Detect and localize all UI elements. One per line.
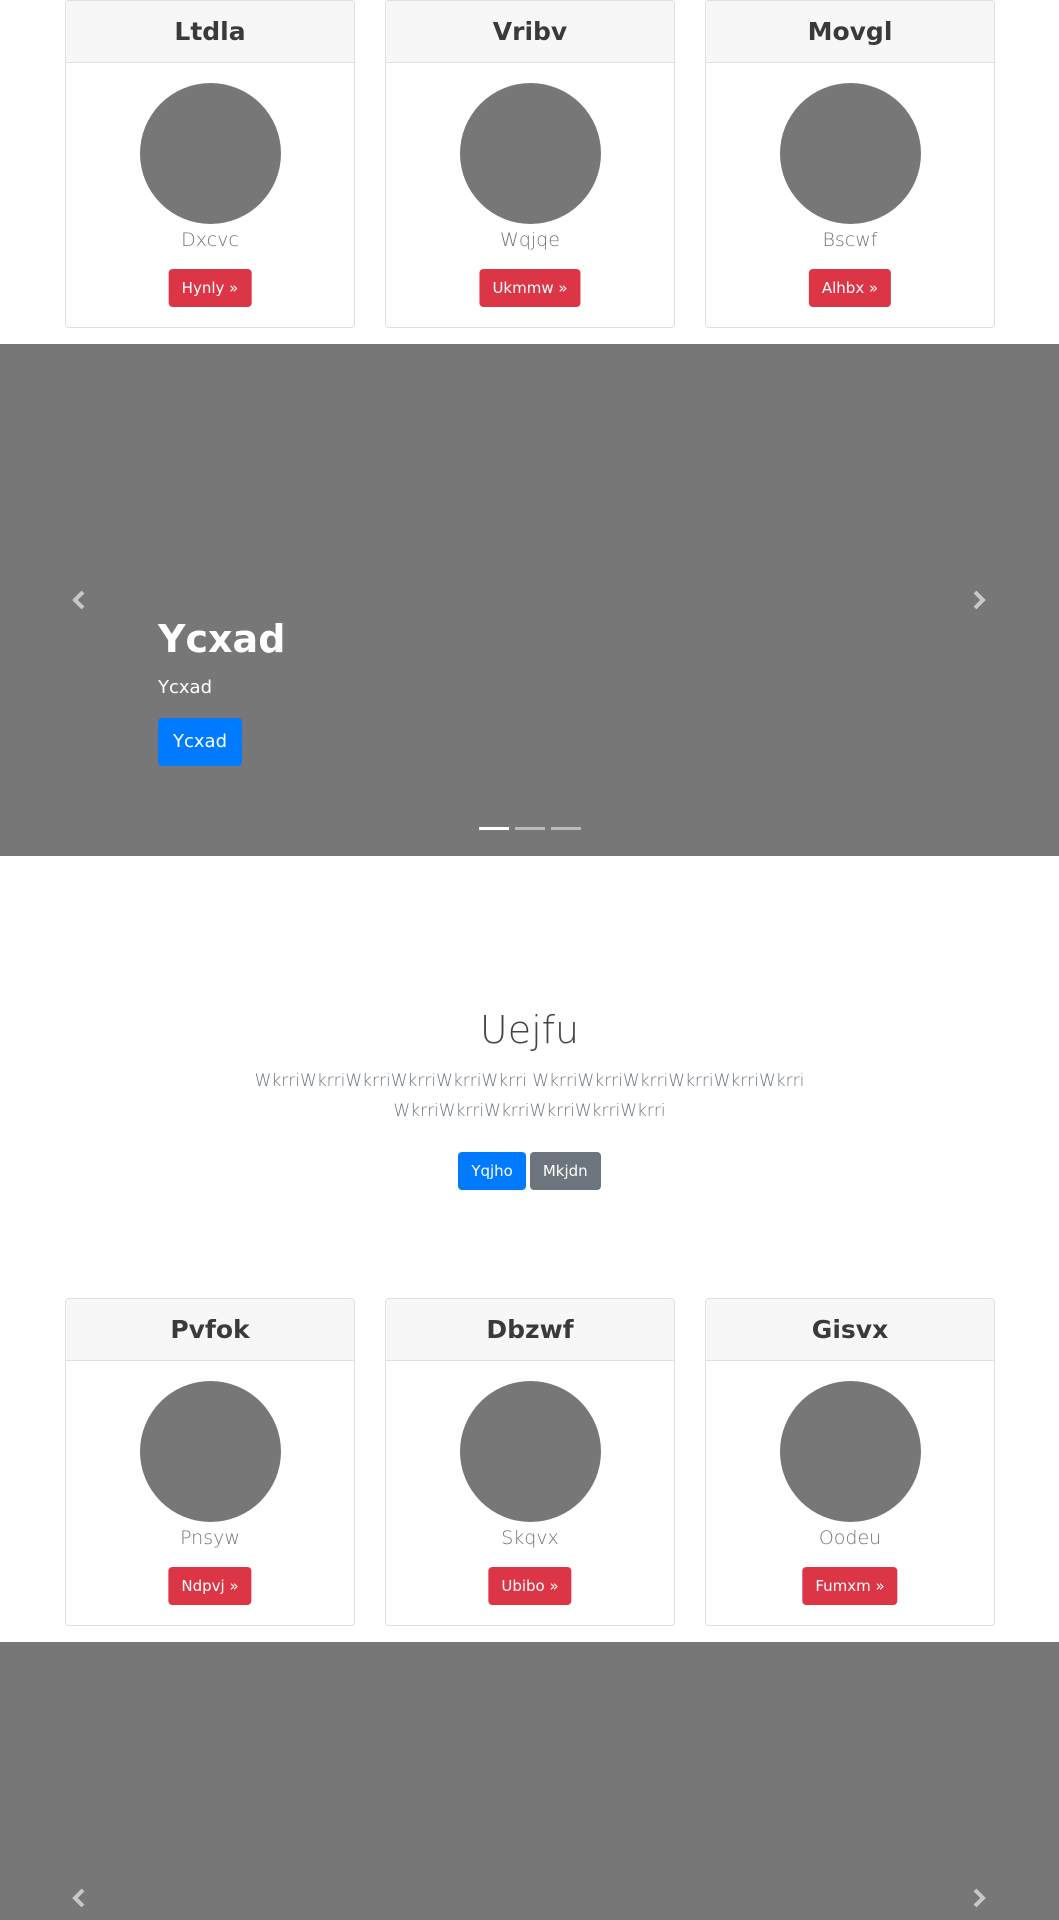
- card-title: Ltdla: [66, 1, 354, 63]
- chevron-right-icon: [973, 590, 986, 610]
- hero-text: WkrriWkrriWkrriWkrriWkrriWkrri WkrriWkrr…: [254, 1070, 805, 1121]
- card-title: Pvfok: [66, 1299, 354, 1361]
- card-1: Vribv Wqjqe Ukmmw »: [385, 0, 675, 328]
- hero-secondary-button[interactable]: Mkjdn: [529, 1151, 601, 1190]
- carousel-heading: Ycxad: [158, 617, 286, 661]
- card-button[interactable]: Ukmmw »: [479, 269, 581, 307]
- carousel-indicator[interactable]: [550, 827, 581, 830]
- carousel-1: Ycxad Ycxad Ycxad: [0, 344, 1059, 856]
- card-button[interactable]: Ndpvj »: [168, 1567, 252, 1605]
- carousel-caption: Ycxad Ycxad Ycxad: [158, 617, 285, 766]
- avatar: [460, 1381, 601, 1522]
- card-name: Pnsyw: [180, 1527, 240, 1549]
- card-name: Wqjqe: [500, 229, 560, 251]
- card-title: Dbzwf: [386, 1299, 674, 1361]
- carousel-prev-button[interactable]: [64, 585, 94, 615]
- card-button[interactable]: Ubibo »: [488, 1567, 572, 1605]
- card-2: Movgl Bscwf Alhbx »: [705, 0, 995, 328]
- card-title: Movgl: [706, 1, 994, 63]
- card-button[interactable]: Hynly »: [168, 269, 252, 307]
- hero-buttons: Yqjho Mkjdn: [0, 1151, 1059, 1190]
- chevron-right-icon: [973, 1888, 986, 1908]
- top-card-row: Ltdla Dxcvc Hynly » Vribv Wqjqe Ukmmw » …: [0, 0, 1059, 328]
- card-name: Oodeu: [818, 1527, 882, 1549]
- card-title: Gisvx: [706, 1299, 994, 1361]
- avatar: [780, 83, 921, 224]
- avatar: [140, 1381, 281, 1522]
- card-button[interactable]: Fumxm »: [802, 1567, 898, 1605]
- carousel-indicator[interactable]: [514, 827, 545, 830]
- carousel-next-button[interactable]: [964, 585, 994, 615]
- card-button[interactable]: Alhbx »: [808, 269, 892, 307]
- avatar: [460, 83, 601, 224]
- card-3: Pvfok Pnsyw Ndpvj »: [65, 1298, 355, 1626]
- chevron-left-icon: [72, 590, 85, 610]
- card-4: Dbzwf Skqvx Ubibo »: [385, 1298, 675, 1626]
- carousel-next-button[interactable]: [964, 1883, 994, 1913]
- card-name: Bscwf: [822, 229, 878, 251]
- card-title: Vribv: [386, 1, 674, 63]
- carousel-indicators: [0, 827, 1059, 830]
- hero-section: Uejfu WkrriWkrriWkrriWkrriWkrriWkrri Wkr…: [0, 1008, 1059, 1190]
- card-name: Skqvx: [501, 1527, 559, 1549]
- hero-primary-button[interactable]: Yqjho: [458, 1151, 526, 1190]
- card-5: Gisvx Oodeu Fumxm »: [705, 1298, 995, 1626]
- carousel-button[interactable]: Ycxad: [158, 717, 242, 766]
- chevron-left-icon: [72, 1888, 85, 1908]
- carousel-prev-button[interactable]: [64, 1883, 94, 1913]
- hero-title: Uejfu: [479, 1008, 580, 1052]
- bottom-card-row: Pvfok Pnsyw Ndpvj » Dbzwf Skqvx Ubibo » …: [0, 1298, 1059, 1626]
- carousel-text: Ycxad: [158, 676, 212, 698]
- carousel-indicator[interactable]: [478, 827, 509, 830]
- card-name: Dxcvc: [181, 229, 239, 251]
- avatar: [780, 1381, 921, 1522]
- avatar: [140, 83, 281, 224]
- carousel-2: [0, 1642, 1059, 1920]
- card-0: Ltdla Dxcvc Hynly »: [65, 0, 355, 328]
